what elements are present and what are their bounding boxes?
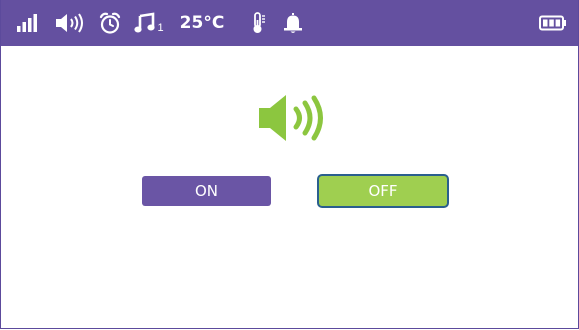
battery-icon: [537, 0, 569, 46]
temperature-readout: 25°C: [179, 13, 225, 33]
signal-icon: [13, 0, 43, 46]
status-bar: 1 25°C: [1, 0, 578, 46]
alarm-clock-icon: [97, 0, 123, 46]
thermometer-icon: [249, 0, 269, 46]
device-screen: 1 25°C ON OFF: [0, 0, 579, 329]
speaker-icon: [256, 92, 336, 144]
sound-off-button[interactable]: OFF: [317, 174, 449, 208]
volume-icon: [53, 0, 89, 46]
bell-icon: [281, 0, 305, 46]
music-note-icon: 1: [131, 0, 167, 46]
music-track-number: 1: [157, 22, 164, 34]
sound-on-button[interactable]: ON: [142, 176, 271, 206]
